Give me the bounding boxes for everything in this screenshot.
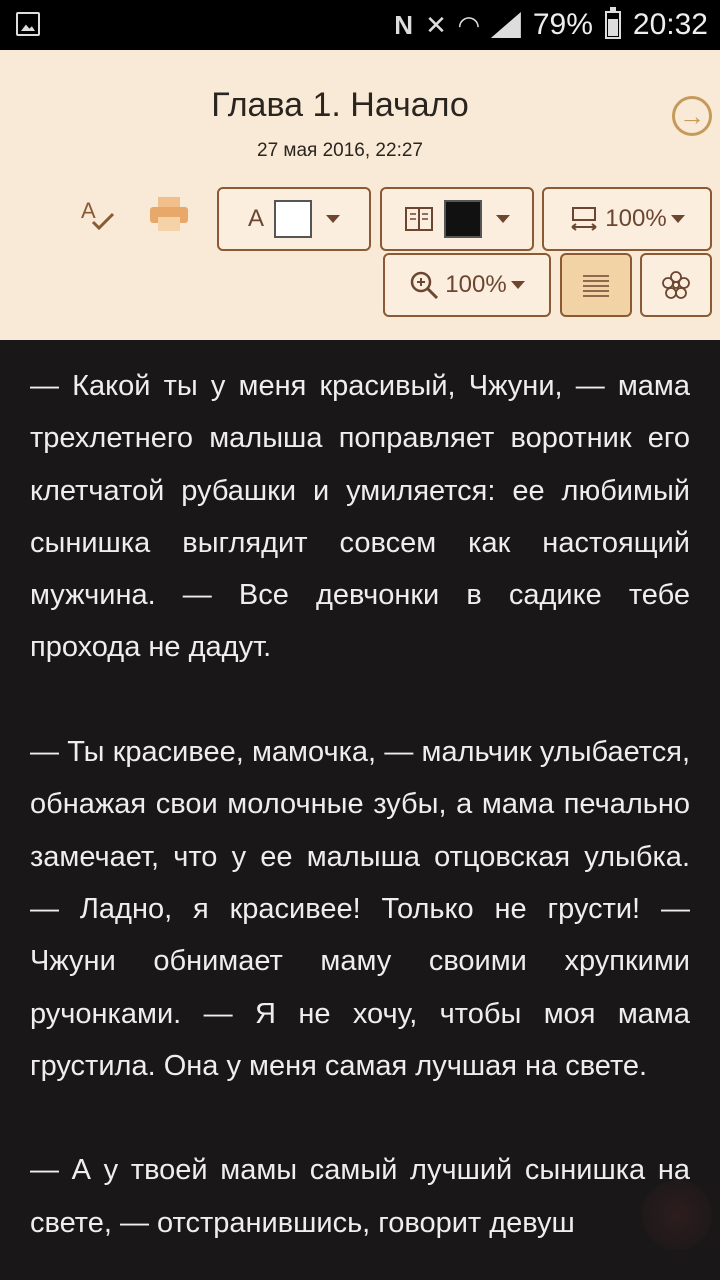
chapter-date: 27 мая 2016, 22:27 [257,140,423,161]
zoom-in-icon [411,271,439,300]
status-icons: N ✕ ◠ 79% 20:32 [394,6,708,44]
mute-icon: ✕ [425,9,447,40]
flower-icon [662,271,690,299]
battery-percent: 79% [532,8,593,41]
paragraph: — А у твоей мамы самый лучший сынишка на… [30,1154,690,1239]
scroll-indicator [642,1180,712,1250]
chevron-down-icon [510,281,525,289]
reading-area[interactable]: — Какой ты у меня красивый, Чжуни, — мам… [0,340,720,1280]
chevron-down-icon [326,215,340,223]
font-color-swatch [274,200,312,238]
paragraph: — Ты красивее, мамочка, — мальчик улыбае… [30,736,690,1082]
print-button[interactable] [142,190,196,238]
nfc-icon: N [394,9,414,40]
paragraph: — Какой ты у меня красивый, Чжуни, — мам… [30,370,690,664]
status-bar: N ✕ ◠ 79% 20:32 [0,0,720,50]
font-letter-label: A [247,205,264,232]
signal-icon [490,12,521,38]
theme-button[interactable] [640,253,712,317]
book-icon [405,207,433,231]
spellcheck-icon: A [81,198,115,231]
width-zoom-value: 100% [605,205,667,232]
gallery-icon [16,12,40,36]
background-color-dropdown[interactable] [380,187,534,251]
print-icon [150,197,188,231]
align-justify-icon [583,275,609,297]
chapter-header: Глава 1. Начало 27 мая 2016, 22:27 → A A [0,50,720,340]
chevron-down-icon [496,215,510,223]
background-color-swatch [444,200,482,238]
chevron-down-icon [670,215,685,223]
width-zoom-dropdown[interactable]: 100% [542,187,712,251]
justify-text-toggle[interactable] [560,253,632,317]
wifi-icon: ◠ [458,9,479,40]
clock: 20:32 [632,8,708,41]
chapter-title: Глава 1. Начало [211,86,469,124]
next-chapter-button[interactable]: → [672,96,712,136]
text-zoom-dropdown[interactable]: 100% [383,253,551,317]
svg-text:A: A [81,198,96,223]
text-zoom-value: 100% [445,271,507,298]
spellcheck-button[interactable]: A [72,190,122,238]
battery-icon [604,7,621,39]
font-color-dropdown[interactable]: A [217,187,371,251]
page-width-icon [571,207,597,231]
arrow-right-icon: → [679,101,705,131]
